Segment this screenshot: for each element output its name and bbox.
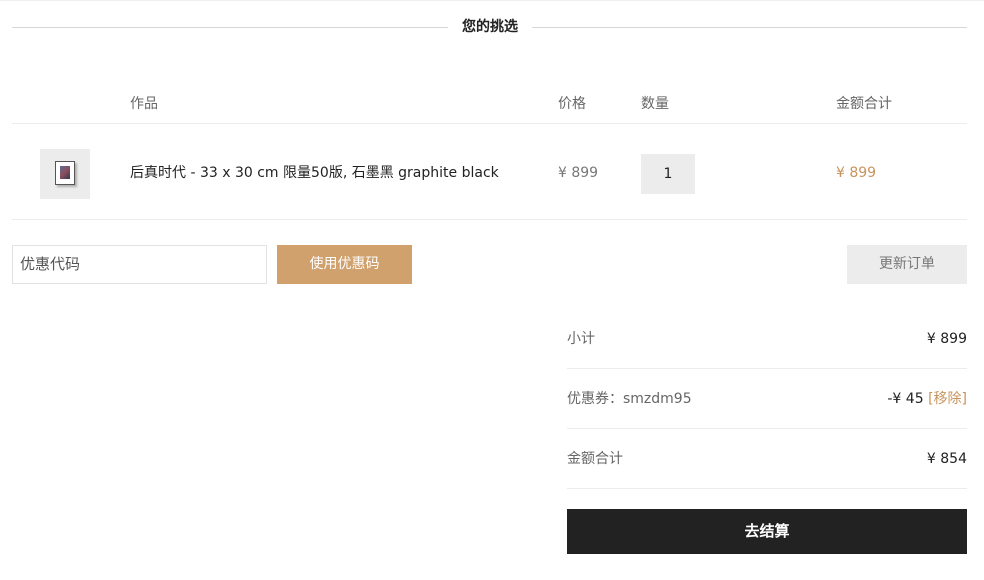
column-header-product: 作品: [130, 96, 158, 112]
summary-divider: [567, 428, 967, 429]
section-title: 您的挑选: [462, 19, 518, 35]
apply-coupon-button[interactable]: 使用优惠码: [277, 245, 412, 284]
subtotal-row: 小计 ¥ 899: [567, 329, 967, 349]
coupon-row: 优惠券：smzdm95 -¥ 45 [移除]: [567, 389, 967, 409]
coupon-discount-value: -¥ 45: [887, 391, 924, 407]
update-order-button[interactable]: 更新订单: [847, 245, 967, 284]
top-rule: [0, 0, 984, 1]
line-total: ¥ 899: [836, 165, 877, 181]
column-header-price: 价格: [558, 96, 586, 112]
quantity-input[interactable]: [641, 154, 695, 194]
summary-divider: [567, 488, 967, 489]
section-line-left: [12, 27, 448, 28]
section-line-right: [532, 27, 967, 28]
column-header-total: 金额合计: [836, 96, 892, 112]
section-header: 您的挑选: [12, 16, 967, 38]
remove-coupon-link[interactable]: [移除]: [928, 391, 967, 407]
row-divider: [12, 219, 967, 220]
summary-divider: [567, 368, 967, 369]
coupon-value-group: -¥ 45 [移除]: [887, 389, 967, 409]
coupon-code-input[interactable]: 优惠代码: [12, 245, 267, 284]
coupon-label: 优惠券：smzdm95: [567, 391, 692, 407]
header-divider: [12, 123, 967, 124]
order-total-row: 金额合计 ¥ 854: [567, 449, 967, 469]
checkout-button[interactable]: 去结算: [567, 509, 967, 554]
column-header-quantity: 数量: [641, 96, 669, 112]
product-name-link[interactable]: 后真时代 - 33 x 30 cm 限量50版, 石墨黑 graphite bl…: [130, 163, 499, 183]
unit-price: ¥ 899: [558, 165, 599, 181]
order-total-label: 金额合计: [567, 451, 623, 467]
subtotal-value: ¥ 899: [926, 331, 967, 347]
framed-artwork-image: [55, 161, 75, 185]
order-total-value: ¥ 854: [926, 451, 967, 467]
subtotal-label: 小计: [567, 331, 595, 347]
artwork-image: [60, 166, 70, 179]
product-thumbnail[interactable]: [40, 149, 90, 199]
